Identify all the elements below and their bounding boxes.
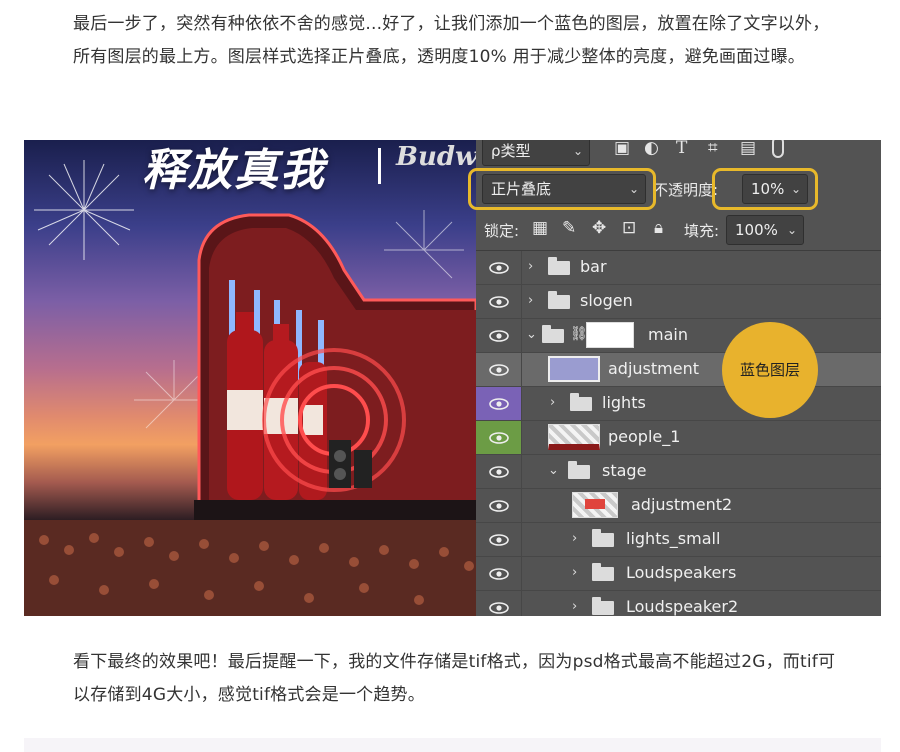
chevron-right-icon[interactable]: › [550,395,555,410]
chevron-right-icon[interactable]: › [572,531,577,546]
article-paragraph-2: 看下最终的效果吧！最后提醒一下，我的文件存储是tif格式，因为psd格式最高不能… [73,652,836,705]
layer-row[interactable]: people_1 [476,421,881,455]
shape-filter-icon[interactable]: ⌗ [708,140,718,158]
poster-artwork [24,160,476,616]
layer-name: bar [580,257,607,276]
layer-name: adjustment2 [631,495,733,514]
layer-row[interactable]: › bar [476,251,881,285]
chevron-down-icon: ⌄ [572,144,583,158]
visibility-eye-icon[interactable] [476,591,522,616]
mask-thumbnail [586,322,634,348]
layer-name: adjustment [608,359,699,378]
layer-row[interactable]: › lights [476,387,881,421]
layer-row[interactable]: › Loudspeaker2 [476,591,881,616]
visibility-eye-icon[interactable] [476,557,522,590]
layer-row[interactable]: › Loudspeakers [476,557,881,591]
next-block-strip [24,738,881,752]
lock-all-icon[interactable]: 🔒︎ [654,218,663,238]
chevron-down-icon[interactable]: ⌄ [548,463,559,478]
layer-name: main [648,325,688,344]
layer-thumbnail [572,492,618,518]
folder-icon [592,597,614,615]
visibility-eye-icon[interactable] [476,319,522,352]
layer-thumbnail [548,424,600,450]
filter-toggle-icon[interactable] [772,140,784,158]
visibility-eye-icon[interactable] [476,489,522,522]
lock-image-brush-icon[interactable]: ✎ [562,218,576,238]
layer-name: slogen [580,291,633,310]
layer-name: lights_small [626,529,721,548]
fill-input[interactable]: 100% ⌄ [726,215,804,245]
blue-layer-thumbnail [548,356,600,382]
filter-kind-select[interactable]: ρ类型 ⌄ [482,140,590,166]
article-paragraph-1: 最后一步了，突然有种依依不舍的感觉...好了，让我们添加一个蓝色的图层，放置在除… [73,14,830,67]
screenshot-figure: 释放真我 Budwe ρ类型 ⌄ ▣ ◐ T ⌗ ▤ 正片叠底 ⌄ 不透明度: [24,140,881,616]
visibility-eye-icon[interactable] [476,353,522,386]
chevron-right-icon[interactable]: › [528,293,533,308]
lock-position-icon[interactable]: ✥ [592,218,606,238]
folder-icon [542,325,564,343]
lock-row: 锁定: ▦ ✎ ✥ ⊡ 🔒︎ 填充: 100% ⌄ [476,210,881,251]
poster-title: 释放真我 [142,145,326,196]
lock-label: 锁定: [484,222,520,240]
layers-panel: ρ类型 ⌄ ▣ ◐ T ⌗ ▤ 正片叠底 ⌄ 不透明度: 10% ⌄ 锁定: ▦… [476,140,881,616]
layer-name: lights [602,393,646,412]
image-filter-icon[interactable]: ▣ [614,140,630,158]
layer-name: stage [602,461,647,480]
adjustment-filter-icon[interactable]: ◐ [644,140,659,158]
lock-artboard-icon[interactable]: ⊡ [622,218,636,238]
layer-name: Loudspeaker2 [626,597,739,616]
blend-mode-highlight [468,168,656,210]
layer-row[interactable]: › lights_small [476,523,881,557]
lock-transparent-icon[interactable]: ▦ [532,218,548,238]
folder-icon [592,563,614,581]
visibility-eye-icon[interactable] [476,523,522,556]
folder-icon [568,461,590,479]
layer-row[interactable]: ⌄ stage [476,455,881,489]
chevron-down-icon: ⌄ [786,223,797,237]
layer-row[interactable]: ⌄ ⛓ main [476,319,881,353]
folder-icon [548,291,570,309]
visibility-eye-icon[interactable] [476,251,522,284]
visibility-eye-icon[interactable] [476,387,522,420]
chevron-right-icon[interactable]: › [528,259,533,274]
text-filter-icon[interactable]: T [676,140,687,158]
smart-object-filter-icon[interactable]: ▤ [740,140,756,158]
opacity-label: 不透明度: [653,181,719,199]
blue-layer-callout: 蓝色图层 [722,322,818,418]
layer-row[interactable]: adjustment2 [476,489,881,523]
visibility-eye-icon[interactable] [476,455,522,488]
folder-icon [570,393,592,411]
layer-row-selected[interactable]: adjustment [476,353,881,387]
layer-name: Loudspeakers [626,563,737,582]
thumbnail-shape [585,499,605,509]
poster-image: 释放真我 Budwe [24,140,476,616]
layer-name: people_1 [608,427,681,446]
chevron-right-icon[interactable]: › [572,565,577,580]
folder-icon [548,257,570,275]
chevron-down-icon[interactable]: ⌄ [526,327,537,342]
poster-separator [378,148,381,184]
layer-row[interactable]: › slogen [476,285,881,319]
folder-icon [592,529,614,547]
fill-value: 100% [735,221,778,239]
visibility-eye-icon[interactable] [476,421,522,454]
filter-kind-label: ρ类型 [491,142,531,160]
fill-label: 填充: [684,222,720,240]
visibility-eye-icon[interactable] [476,285,522,318]
chevron-right-icon[interactable]: › [572,599,577,614]
opacity-highlight [712,168,818,210]
poster-brand: Budwe [396,142,476,172]
